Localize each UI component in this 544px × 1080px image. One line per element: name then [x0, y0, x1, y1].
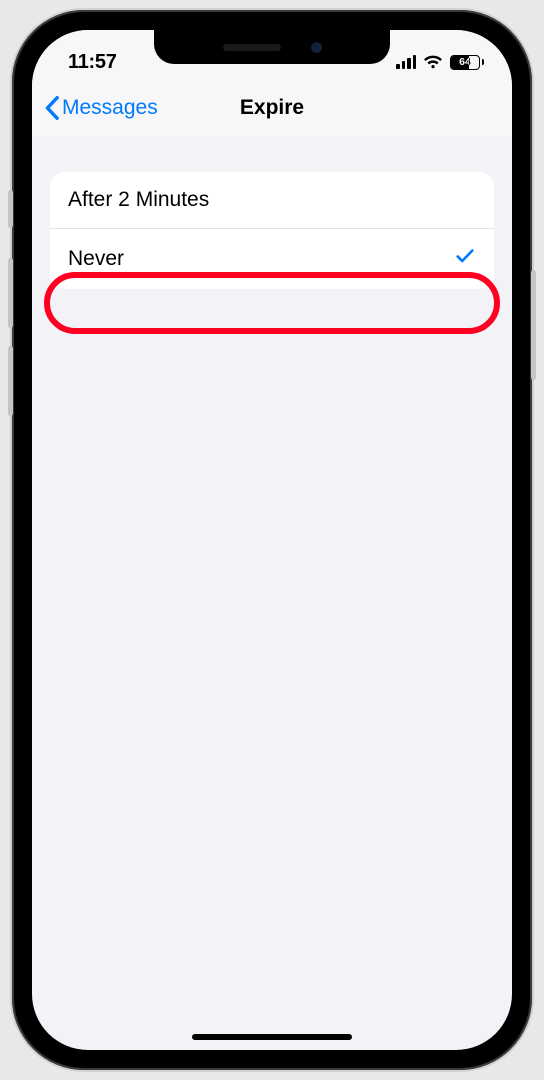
- battery-percent: 64: [459, 56, 471, 68]
- option-after-2-minutes[interactable]: After 2 Minutes: [50, 172, 494, 228]
- volume-down-button: [8, 346, 13, 416]
- notch: [154, 30, 390, 64]
- wifi-icon: [423, 55, 443, 70]
- option-label: Never: [68, 247, 124, 271]
- chevron-left-icon: [44, 96, 60, 120]
- nav-bar: Messages Expire: [32, 80, 512, 136]
- power-button: [531, 270, 536, 380]
- cellular-signal-icon: [396, 55, 416, 69]
- speaker-grille: [223, 44, 281, 51]
- option-check: [454, 245, 476, 273]
- silent-switch: [8, 190, 13, 228]
- option-label: After 2 Minutes: [68, 188, 209, 212]
- content: After 2 Minutes Never: [32, 136, 512, 289]
- battery-indicator: 64: [450, 55, 484, 70]
- front-camera: [311, 42, 322, 53]
- back-label: Messages: [62, 96, 158, 120]
- home-indicator[interactable]: [192, 1034, 352, 1040]
- volume-up-button: [8, 258, 13, 328]
- option-never[interactable]: Never: [50, 228, 494, 289]
- phone-frame: 11:57 64: [12, 10, 532, 1070]
- screen: 11:57 64: [32, 30, 512, 1050]
- status-right: 64: [396, 55, 484, 70]
- options-list: After 2 Minutes Never: [50, 172, 494, 289]
- status-time: 11:57: [68, 51, 117, 74]
- back-button[interactable]: Messages: [40, 90, 162, 126]
